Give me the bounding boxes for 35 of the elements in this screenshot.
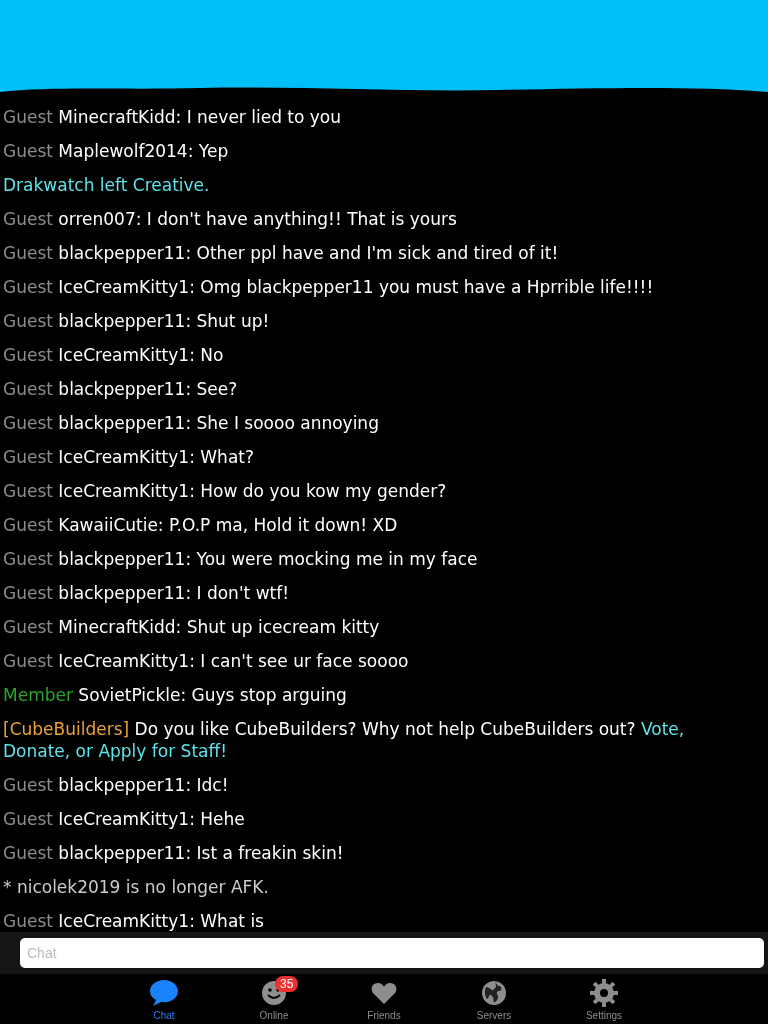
server-broadcast: [CubeBuilders] Do you like CubeBuilders? Why not help CubeBuilders out? Vote, Donate, or Apply for Staff! (2, 718, 686, 763)
chat-message: Guest blackpepper11: You were mocking me in my face (2, 548, 479, 571)
chat-input-field[interactable]: Chat (20, 938, 764, 968)
chat-message: Guest IceCreamKitty1: No (2, 344, 225, 367)
chat-message: Guest blackpepper11: Ist a freakin skin! (2, 842, 345, 865)
chat-message: Guest blackpepper11: I don't wtf! (2, 582, 290, 605)
chat-message: Guest blackpepper11: Shut up! (2, 310, 271, 333)
settings-icon (590, 979, 618, 1007)
tab[interactable]: Friends (354, 974, 414, 1024)
chat-message: Guest KawaiiCutie: P.O.P ma, Hold it down! XD (2, 514, 399, 537)
tab[interactable]: Settings (574, 974, 634, 1024)
chat-message: Guest IceCreamKitty1: Omg blackpepper11 you must have a Hprrible life!!!! (2, 276, 655, 299)
speech-bubble-icon (149, 979, 179, 1007)
chat-message: Guest IceCreamKitty1: How do you kow my gender? (2, 480, 448, 503)
heart-icon (371, 981, 397, 1005)
chat-message: Guest blackpepper11: She I soooo annoying (2, 412, 380, 435)
chat-message: Member SovietPickle: Guys stop arguing (2, 684, 348, 707)
chat-message: Guest MinecraftKidd: I never lied to you (2, 106, 343, 129)
notification-badge: 35 (275, 976, 299, 992)
chat-message: Guest MinecraftKidd: Shut up icecream kitty (2, 616, 381, 639)
chat-message: Guest Maplewolf2014: Yep (2, 140, 230, 163)
globe-icon (481, 980, 507, 1006)
chat-message: Guest blackpepper11: See? (2, 378, 239, 401)
chat-message: Guest IceCreamKitty1: Hehe (2, 808, 246, 831)
chat-message: Guest orren007: I don't have anything!! That is yours (2, 208, 458, 231)
tab[interactable]: Chat (134, 974, 194, 1024)
tab[interactable]: Servers (464, 974, 524, 1024)
chat-message: Guest blackpepper11: Other ppl have and I'm sick and tired of it! (2, 242, 560, 265)
chat-message: Guest blackpepper11: Idc! (2, 774, 230, 797)
system-message: Drakwatch left Creative. (2, 174, 211, 197)
chat-message: Guest IceCreamKitty1: What is (2, 910, 265, 932)
chat-message: Guest IceCreamKitty1: What? (2, 446, 255, 469)
chat-message: Guest IceCreamKitty1: I can't see ur face soooo (2, 650, 410, 673)
tab[interactable]: 35 Online (244, 974, 304, 1024)
system-message: * nicolek2019 is no longer AFK. (2, 876, 270, 899)
